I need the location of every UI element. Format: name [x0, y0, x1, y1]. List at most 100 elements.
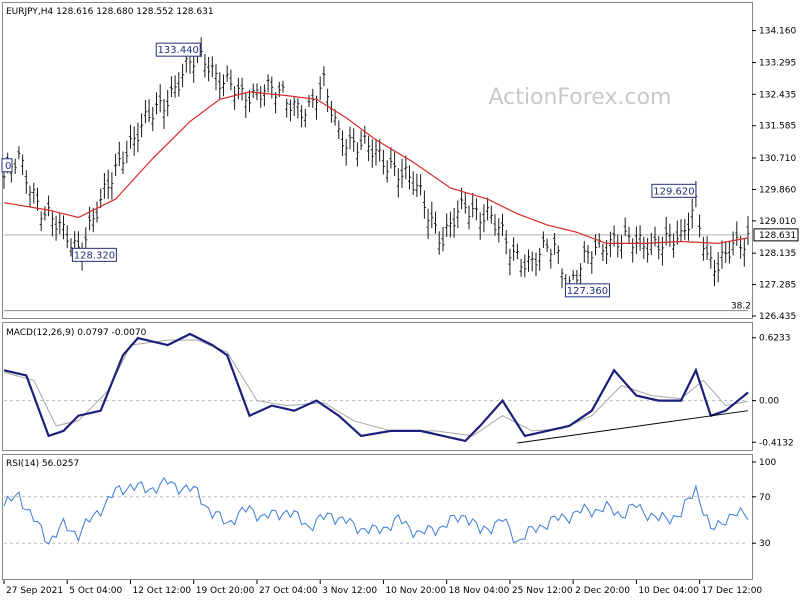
macd-line: [3, 332, 749, 443]
price-bar: [240, 77, 244, 101]
price-bar: [374, 139, 378, 166]
price-header: EURJPY,H4 128.616 128.680 128.552 128.63…: [6, 7, 214, 17]
rsi-panel-frame: [2, 454, 753, 580]
price-bar: [13, 158, 17, 174]
price-bar: [620, 235, 623, 259]
price-bar: [307, 94, 311, 107]
price-bar: [363, 125, 367, 144]
price-axis-label: 132.435: [759, 90, 796, 100]
price-bar: [474, 198, 478, 221]
rsi-header: RSI(14) 56.0257: [6, 459, 79, 469]
price-bar: [43, 206, 47, 221]
price-bar: [210, 56, 214, 78]
price-bar: [541, 231, 545, 248]
price-bar: [259, 86, 263, 108]
price-bar: [679, 219, 683, 242]
price-bar: [601, 243, 605, 261]
price-bar: [594, 234, 597, 256]
price-bar: [255, 83, 259, 101]
price-bar: [571, 270, 575, 280]
price-axis-label: 127.285: [759, 281, 796, 291]
price-bar: [270, 76, 274, 99]
macd-axis-label: 0.6233: [759, 334, 791, 344]
price-bar: [642, 236, 646, 260]
price-bar: [359, 130, 363, 150]
fib-level-label: 38.2: [731, 302, 751, 312]
price-bar: [367, 135, 371, 162]
price-bar: [448, 211, 452, 238]
price-bar: [229, 69, 233, 91]
x-axis-label: 18 Nov 04:00: [449, 586, 510, 596]
price-bar: [207, 57, 211, 82]
price-bar: [281, 80, 285, 93]
price-bar: [724, 241, 728, 263]
price-bar: [344, 139, 348, 166]
price-bar: [248, 90, 251, 113]
price-axis-label: 131.585: [759, 122, 796, 132]
price-annotation-label: 133.440: [158, 45, 199, 56]
price-bar: [660, 236, 664, 266]
macd-trendline: [517, 410, 749, 444]
x-axis-label: 17 Dec 12:00: [702, 586, 763, 596]
macd-panel-frame: [2, 322, 753, 451]
price-bar: [415, 173, 419, 197]
price-bar: [553, 233, 557, 255]
price-bar: [114, 153, 118, 176]
price-bar: [303, 108, 307, 128]
price-bar: [143, 100, 147, 124]
price-bar: [47, 195, 51, 217]
price-bar: [430, 201, 434, 229]
price-bar: [50, 210, 54, 237]
price-bar: [355, 142, 359, 167]
rsi-line: [3, 476, 749, 545]
x-axis-label: 19 Oct 20:00: [196, 586, 255, 596]
price-bar: [634, 226, 638, 255]
price-bar: [329, 100, 333, 123]
price-bar: [508, 248, 512, 276]
price-bar: [58, 213, 62, 234]
price-bar: [720, 240, 724, 269]
price-bar: [181, 63, 185, 88]
price-axis-label: 126.435: [759, 312, 796, 322]
price-bar: [727, 241, 731, 264]
price-axis-label: 128.135: [759, 249, 796, 259]
x-axis-label: 5 Oct 04:00: [69, 586, 122, 596]
price-annotation-label: 129.620: [653, 186, 694, 197]
price-bar: [463, 192, 467, 214]
price-bar: [515, 243, 519, 260]
price-bar: [225, 65, 229, 82]
price-bar: [623, 217, 627, 237]
price-bar: [646, 237, 650, 263]
price-bar: [136, 122, 140, 153]
price-bar: [337, 120, 341, 140]
price-bar: [266, 74, 270, 93]
price-bar: [690, 198, 694, 229]
price-bar: [147, 99, 151, 123]
price-bar: [158, 84, 162, 113]
price-bar: [292, 96, 296, 116]
price-bar: [493, 214, 497, 236]
price-bar: [701, 236, 705, 261]
price-bar: [486, 197, 490, 221]
price-bar: [192, 55, 196, 83]
price-bar: [709, 245, 713, 269]
price-bar: [631, 238, 635, 263]
eurjpy-chart: ActionForex.com 38.2 133.440 128.320 127.36…: [1, 2, 799, 596]
price-bar: [203, 54, 207, 78]
price-bar: [616, 234, 620, 258]
x-axis-label: 12 Oct 12:00: [132, 586, 191, 596]
price-bar: [300, 105, 304, 128]
price-bar: [411, 171, 415, 195]
price-bar: [452, 208, 456, 238]
price-bar: [169, 76, 173, 97]
price-bar: [102, 173, 106, 199]
price-bar: [32, 182, 36, 204]
price-bar: [381, 149, 385, 175]
price-bar: [95, 201, 99, 223]
price-axis-label: 129.010: [759, 217, 796, 227]
left-edge-label: 0: [5, 161, 11, 172]
price-bar: [318, 76, 322, 100]
price-bar: [285, 98, 289, 118]
price-bar: [441, 227, 445, 252]
price-bar: [396, 168, 400, 198]
